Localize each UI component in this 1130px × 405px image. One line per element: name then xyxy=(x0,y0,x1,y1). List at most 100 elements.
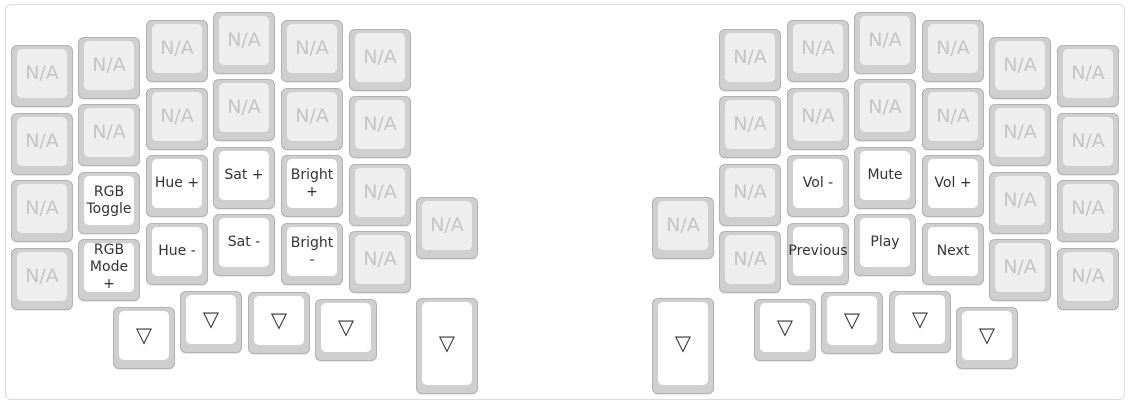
right-key[interactable]: N/A xyxy=(854,79,916,141)
right-key[interactable]: N/A xyxy=(1057,113,1119,175)
key-label: Hue - xyxy=(152,227,202,276)
right-key[interactable]: ▽ xyxy=(956,307,1018,369)
key-label: N/A xyxy=(219,16,269,65)
left-key[interactable]: Bright + xyxy=(281,155,343,217)
right-key[interactable]: N/A xyxy=(719,231,781,293)
transparent-key-icon: ▽ xyxy=(760,303,810,352)
left-key[interactable]: N/A xyxy=(11,180,73,242)
key-label: N/A xyxy=(658,201,708,250)
right-key[interactable]: N/A xyxy=(719,29,781,91)
key-label: N/A xyxy=(793,24,843,73)
right-key[interactable]: N/A xyxy=(1057,248,1119,310)
right-key[interactable]: N/A xyxy=(719,96,781,158)
key-label: N/A xyxy=(1063,49,1113,98)
left-key[interactable]: ▽ xyxy=(180,291,242,353)
left-key[interactable]: RGB Toggle xyxy=(78,172,140,234)
key-label: N/A xyxy=(287,24,337,73)
key-label: N/A xyxy=(1063,117,1113,166)
left-key[interactable]: Sat - xyxy=(213,214,275,276)
left-key[interactable]: N/A xyxy=(146,88,208,150)
key-label: Sat + xyxy=(219,151,269,200)
key-label: RGB Toggle xyxy=(84,176,134,225)
transparent-key-icon: ▽ xyxy=(962,311,1012,360)
right-key[interactable]: N/A xyxy=(854,12,916,74)
key-label: Vol + xyxy=(928,159,978,208)
left-key[interactable]: ▽ xyxy=(248,292,310,354)
key-label: N/A xyxy=(17,184,67,233)
left-key[interactable]: N/A xyxy=(78,37,140,99)
key-label: N/A xyxy=(928,92,978,141)
left-key[interactable]: N/A xyxy=(78,104,140,166)
key-label: N/A xyxy=(287,92,337,141)
key-label: N/A xyxy=(995,108,1045,157)
key-label: Hue + xyxy=(152,159,202,208)
right-key[interactable]: N/A xyxy=(922,20,984,82)
left-key[interactable]: N/A xyxy=(349,164,411,226)
key-label: N/A xyxy=(725,33,775,82)
key-label: Sat - xyxy=(219,218,269,267)
right-key[interactable]: N/A xyxy=(989,104,1051,166)
right-key[interactable]: Mute xyxy=(854,147,916,209)
right-key[interactable]: N/A xyxy=(1057,180,1119,242)
left-key[interactable]: N/A xyxy=(11,248,73,310)
transparent-key-icon: ▽ xyxy=(186,295,236,344)
right-key[interactable]: N/A xyxy=(787,88,849,150)
key-label: Play xyxy=(860,218,910,267)
left-key[interactable]: N/A xyxy=(281,88,343,150)
key-label: N/A xyxy=(17,49,67,98)
key-label: N/A xyxy=(84,108,134,157)
right-key[interactable]: ▽ xyxy=(652,298,714,394)
right-key[interactable]: N/A xyxy=(922,88,984,150)
right-key[interactable]: N/A xyxy=(989,37,1051,99)
key-label: N/A xyxy=(17,117,67,166)
right-key[interactable]: Play xyxy=(854,214,916,276)
left-key[interactable]: N/A xyxy=(213,12,275,74)
right-key[interactable]: Vol + xyxy=(922,155,984,217)
right-key[interactable]: N/A xyxy=(719,164,781,226)
key-label: N/A xyxy=(860,83,910,132)
key-label: N/A xyxy=(725,168,775,217)
left-key[interactable]: N/A xyxy=(11,45,73,107)
key-label: N/A xyxy=(928,24,978,73)
key-label: Mute xyxy=(860,151,910,200)
key-label: N/A xyxy=(84,41,134,90)
right-key[interactable]: Previous xyxy=(787,223,849,285)
right-key[interactable]: N/A xyxy=(1057,45,1119,107)
left-key[interactable]: N/A xyxy=(281,20,343,82)
key-label: N/A xyxy=(355,33,405,82)
right-key[interactable]: Next xyxy=(922,223,984,285)
left-key[interactable]: N/A xyxy=(349,29,411,91)
key-label: N/A xyxy=(793,92,843,141)
left-key[interactable]: ▽ xyxy=(113,307,175,369)
right-key[interactable]: N/A xyxy=(787,20,849,82)
left-key[interactable]: N/A xyxy=(349,231,411,293)
right-key[interactable]: Vol - xyxy=(787,155,849,217)
left-key[interactable]: Sat + xyxy=(213,147,275,209)
left-key[interactable]: N/A xyxy=(416,197,478,259)
left-key[interactable]: RGB Mode + xyxy=(78,239,140,301)
left-key[interactable]: Bright - xyxy=(281,223,343,285)
left-key[interactable]: N/A xyxy=(146,20,208,82)
key-label: N/A xyxy=(995,41,1045,90)
left-key[interactable]: Hue + xyxy=(146,155,208,217)
left-key[interactable]: N/A xyxy=(11,113,73,175)
key-label: N/A xyxy=(1063,252,1113,301)
key-label: Vol - xyxy=(793,159,843,208)
left-key[interactable]: Hue - xyxy=(146,223,208,285)
transparent-key-icon: ▽ xyxy=(658,302,708,385)
right-key[interactable]: ▽ xyxy=(821,292,883,354)
key-label: N/A xyxy=(152,24,202,73)
key-label: N/A xyxy=(725,100,775,149)
right-key[interactable]: N/A xyxy=(652,197,714,259)
transparent-key-icon: ▽ xyxy=(321,303,371,352)
key-label: Bright + xyxy=(287,159,337,208)
left-key[interactable]: ▽ xyxy=(416,298,478,394)
left-key[interactable]: N/A xyxy=(349,96,411,158)
right-key[interactable]: N/A xyxy=(989,172,1051,234)
left-key[interactable]: N/A xyxy=(213,79,275,141)
transparent-key-icon: ▽ xyxy=(422,302,472,385)
left-key[interactable]: ▽ xyxy=(315,299,377,361)
right-key[interactable]: ▽ xyxy=(754,299,816,361)
right-key[interactable]: N/A xyxy=(989,239,1051,301)
right-key[interactable]: ▽ xyxy=(889,291,951,353)
